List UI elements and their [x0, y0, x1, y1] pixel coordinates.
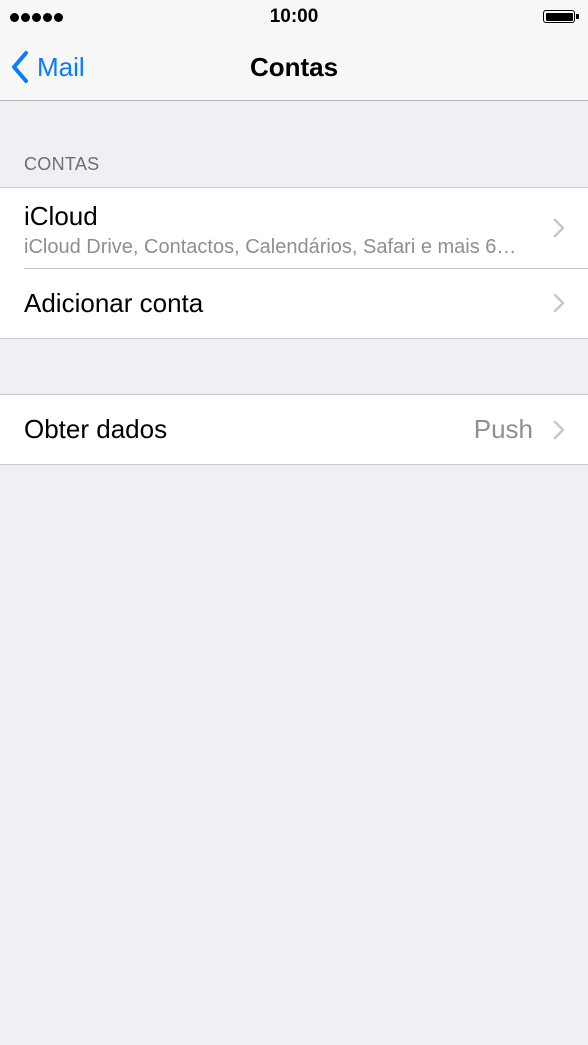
- chevron-right-icon: [553, 218, 565, 238]
- fetch-data-title: Obter dados: [24, 414, 168, 444]
- list-item-fetch-data[interactable]: Obter dados Push: [0, 395, 588, 464]
- navigation-bar: Mail Contas: [0, 36, 588, 101]
- icloud-title: iCloud: [24, 201, 98, 231]
- fetch-data-value: Push: [473, 414, 533, 444]
- section-header-accounts: CONTAS: [24, 154, 100, 174]
- icloud-subtitle: iCloud Drive, Contactos, Calendários, Sa…: [24, 236, 517, 258]
- fetch-group: Obter dados Push: [0, 394, 588, 465]
- battery-full-icon: [543, 10, 579, 23]
- chevron-right-icon: [553, 420, 565, 440]
- list-item-icloud[interactable]: iCloud iCloud Drive, Contactos, Calendár…: [0, 188, 588, 268]
- list-item-add-account[interactable]: Adicionar conta: [0, 268, 588, 338]
- page-title: Contas: [249, 52, 339, 82]
- status-time: 10:00: [269, 6, 319, 27]
- status-bar: 10:00: [0, 0, 588, 36]
- add-account-title: Adicionar conta: [24, 288, 204, 318]
- accounts-group: iCloud iCloud Drive, Contactos, Calendár…: [0, 187, 588, 339]
- chevron-right-icon: [553, 293, 565, 313]
